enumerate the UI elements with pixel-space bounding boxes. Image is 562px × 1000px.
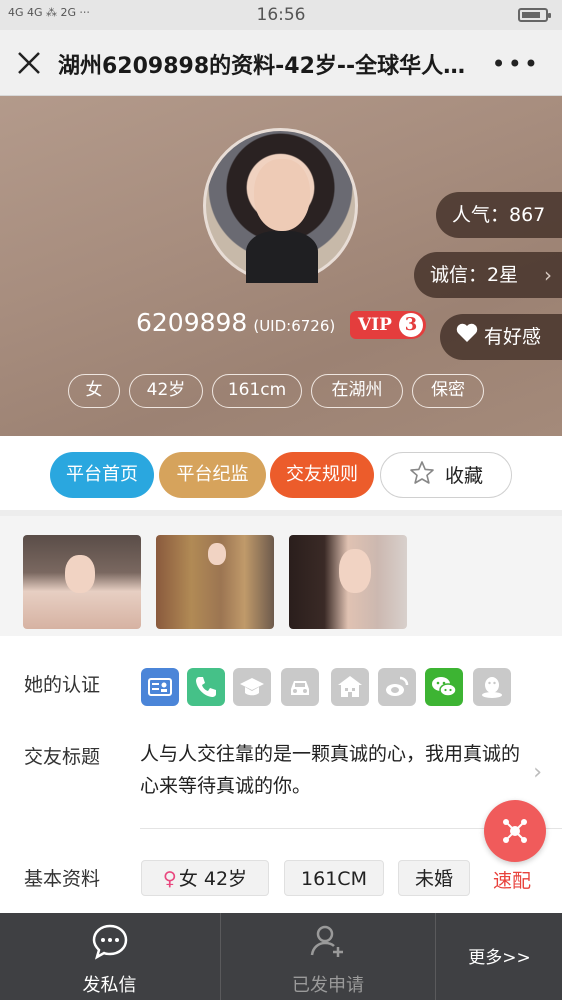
popularity-pill: 人气：867 [436,192,562,238]
send-message-button[interactable]: 发私信 [0,913,219,1000]
weibo-icon[interactable] [378,668,416,706]
favorite-label: 收藏 [444,465,483,487]
platform-supervision-button[interactable]: 平台纪监 [159,452,266,498]
bottom-bar: 发私信 已发申请 更多>> [0,913,562,1000]
credit-pill[interactable]: 诚信：2星 › [414,252,562,298]
network-icon [503,819,527,843]
vip-level: 3 [399,313,423,337]
dating-rules-button[interactable]: 交友规则 [270,452,374,498]
vip-label: VIP [358,315,392,335]
motto-text: 人与人交往靠的是一颗真诚的心，我用真诚的心来等待真诚的你。 [140,743,521,797]
popularity-text: 人气：867 [452,204,546,226]
profile-name-line: 6209898 (UID:6726) [136,308,335,337]
sent-requests-label: 已发申请 [292,975,364,996]
tag-height: 161cm [212,374,302,408]
tag-gender: 女 [68,374,120,408]
id-card-icon[interactable] [141,668,179,706]
credit-text: 诚信：2星 [430,264,519,286]
tag-location: 在湖州 [311,374,403,408]
quick-match-label[interactable]: 速配 [493,866,531,893]
motto-label: 交友标题 [24,746,101,768]
profile-tags: 女 42岁 161cm 在湖州 保密 [68,374,493,408]
send-message-label: 发私信 [82,975,137,996]
photo-gallery [0,516,562,636]
education-icon[interactable] [233,668,271,706]
photo-thumbnail[interactable] [289,535,407,629]
tag-private: 保密 [412,374,484,408]
star-icon [410,461,434,484]
certification-label: 她的认证 [24,674,101,696]
wechat-icon[interactable] [425,668,463,706]
profile-uid: (UID:6726) [253,317,336,335]
profile-name: 6209898 [136,308,248,337]
female-icon: ♀ [162,868,177,890]
tag-age: 42岁 [129,374,203,408]
close-button[interactable] [14,48,44,78]
title-bar: 湖州6209898的资料-42岁--全球华人… ••• [0,30,562,96]
status-bar: 4G 4G ⁂ 2G ⋅⋅⋅ 16:56 [0,0,562,30]
more-button[interactable]: 更多>> [437,913,562,1000]
more-label: 更多>> [468,948,531,968]
heart-icon [456,314,478,360]
platform-home-button[interactable]: 平台首页 [50,452,154,498]
profile-header: 6209898 (UID:6726) VIP 3 人气：867 诚信：2星 › 有… [0,96,562,436]
profile-info: 她的认证 交友标题 人与人交往靠的是一颗真诚的心，我用真诚的心来等待真诚的你。 … [0,636,562,913]
chevron-right-icon[interactable]: › [533,760,542,785]
action-bar: 平台首页 平台纪监 交友规则 收藏 [0,436,562,510]
phone-icon[interactable] [187,668,225,706]
basic-info-label: 基本资料 [24,868,101,890]
like-label: 有好感 [484,326,542,348]
page-title: 湖州6209898的资料-42岁--全球华人… [58,54,466,79]
car-icon[interactable] [281,668,319,706]
like-button[interactable]: 有好感 [440,314,562,360]
avatar[interactable] [203,128,358,283]
more-menu-button[interactable]: ••• [492,50,540,78]
height-chip: 161CM [284,860,384,896]
add-user-icon [310,925,343,957]
chevron-right-icon: › [544,263,552,287]
gender-age-chip: ♀ 女 42岁 [141,860,269,896]
sent-requests-button[interactable]: 已发申请 [220,913,436,1000]
chat-bubble-icon [92,924,127,960]
quick-match-button[interactable] [484,800,546,862]
marital-chip: 未婚 [398,860,470,896]
qq-icon[interactable] [473,668,511,706]
close-icon [18,52,40,74]
favorite-button[interactable]: 收藏 [380,452,512,498]
photo-thumbnail[interactable] [156,535,274,629]
clock: 16:56 [256,5,306,25]
house-icon[interactable] [331,668,369,706]
gender-age-text: 女 42岁 [178,868,248,890]
vip-badge: VIP 3 [350,311,426,339]
battery-icon [518,8,551,22]
photo-thumbnail[interactable] [23,535,141,629]
